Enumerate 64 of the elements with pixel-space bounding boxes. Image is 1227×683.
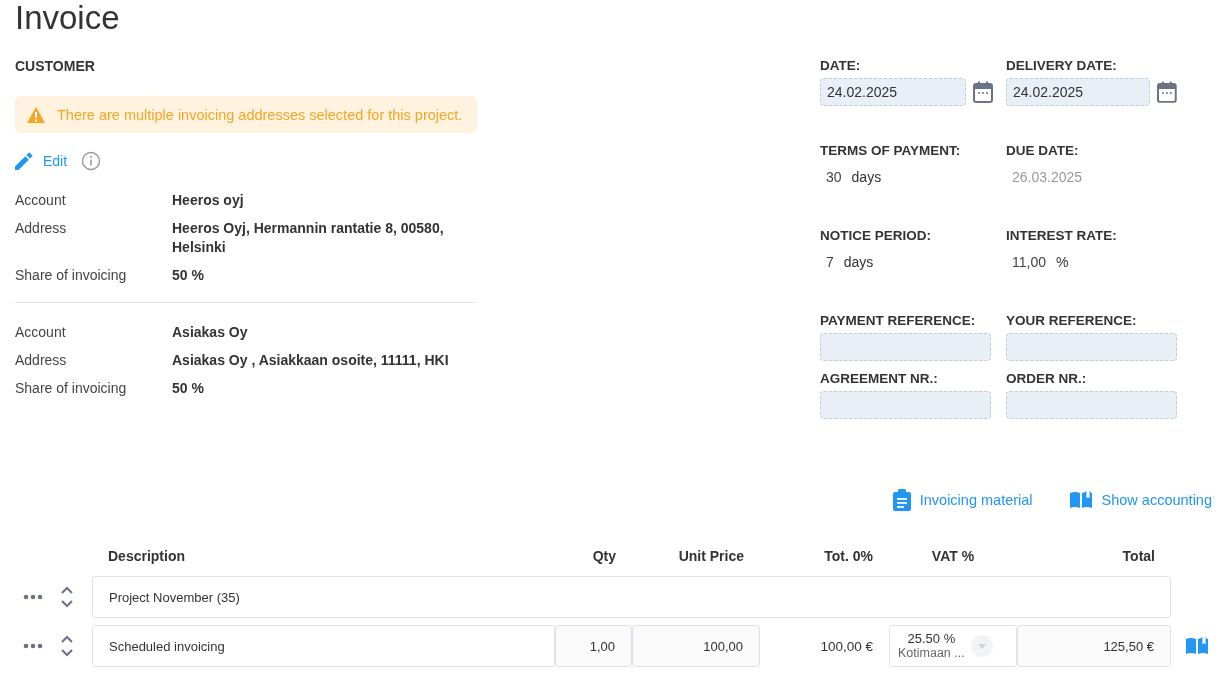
calendar-icon[interactable] [1157, 81, 1177, 103]
field-label: Share of invoicing [15, 266, 128, 285]
field-value: 50 % [172, 266, 205, 285]
field-label: YOUR REFERENCE: [1006, 313, 1138, 330]
field-label: INTEREST RATE: [1006, 228, 1118, 245]
field-label: DUE DATE: [1006, 143, 1080, 160]
warning-icon [27, 106, 45, 123]
field-label: Address [15, 219, 68, 238]
unit-label: % [1056, 254, 1069, 270]
input-field[interactable] [820, 333, 991, 361]
field-value: Asiakas Oy [172, 323, 249, 342]
field-label: DELIVERY DATE: [1006, 58, 1118, 75]
column-header: Total [1121, 548, 1156, 564]
info-icon[interactable] [81, 151, 102, 171]
section-heading: CUSTOMER [15, 58, 96, 74]
field-value: 50 % [172, 379, 205, 398]
unit-label: days [851, 169, 882, 185]
more-icon[interactable] [23, 643, 43, 649]
page-title: Invoice [15, 0, 121, 36]
column-header: Qty [591, 548, 617, 564]
input-field[interactable] [820, 391, 991, 419]
field-value: 26.03.2025 [1012, 169, 1083, 185]
date-field[interactable]: 24.02.2025 [820, 78, 966, 106]
column-header: Description [107, 548, 186, 564]
column-header: VAT % [930, 548, 976, 564]
pencil-icon [15, 152, 33, 170]
field-value: Heeros oyj [172, 191, 245, 210]
warning-text: There are multiple invoicing addresses selected for this project. [57, 106, 463, 123]
description-field[interactable]: Project November (35) [92, 576, 1171, 618]
book-icon[interactable] [1185, 636, 1209, 656]
input-field[interactable] [1006, 391, 1177, 419]
field-label: DATE: [820, 58, 862, 75]
unit-price-field[interactable]: 100,00 [632, 625, 760, 667]
field-label: TERMS OF PAYMENT: [820, 143, 962, 160]
unit-label: days [843, 254, 874, 270]
field-value: 30 [826, 169, 842, 185]
column-header: Tot. 0% [823, 548, 874, 564]
field-value: 7 [826, 254, 834, 270]
calendar-icon[interactable] [973, 81, 993, 103]
field-label: Address [15, 351, 68, 370]
date-field[interactable]: 24.02.2025 [1006, 78, 1151, 106]
field-label: Account [15, 191, 67, 210]
caret-icon [977, 643, 986, 649]
description-field[interactable]: Scheduled invoicing [92, 625, 555, 667]
vat-select[interactable]: 25.50 % Kotimaan ... [889, 625, 1017, 667]
column-header: Unit Price [677, 548, 745, 564]
total-field[interactable]: 125,50 € [1017, 625, 1171, 667]
reorder-icon[interactable] [61, 586, 73, 608]
more-icon[interactable] [23, 594, 43, 600]
field-value: 11,00 [1012, 254, 1046, 270]
field-label: PAYMENT REFERENCE: [820, 313, 977, 330]
quantity-field[interactable]: 1,00 [555, 625, 632, 667]
reorder-icon[interactable] [61, 635, 73, 657]
clipboard-icon [892, 489, 911, 511]
field-label: Account [15, 323, 67, 342]
input-field[interactable] [1006, 333, 1177, 361]
field-label: ORDER NR.: [1006, 371, 1088, 388]
field-value: Heeros Oyj, Hermannin rantatie 8, 00580, Helsinki [172, 219, 445, 257]
table-cell-text: 100,00 € [819, 637, 874, 656]
book-icon[interactable] [1068, 490, 1093, 510]
field-value: Asiakas Oy , Asiakkaan osoite, 11111, HKI [172, 351, 450, 370]
field-label: Share of invoicing [15, 379, 128, 398]
field-label: NOTICE PERIOD: [820, 228, 932, 245]
field-label: AGREEMENT NR.: [820, 371, 939, 388]
